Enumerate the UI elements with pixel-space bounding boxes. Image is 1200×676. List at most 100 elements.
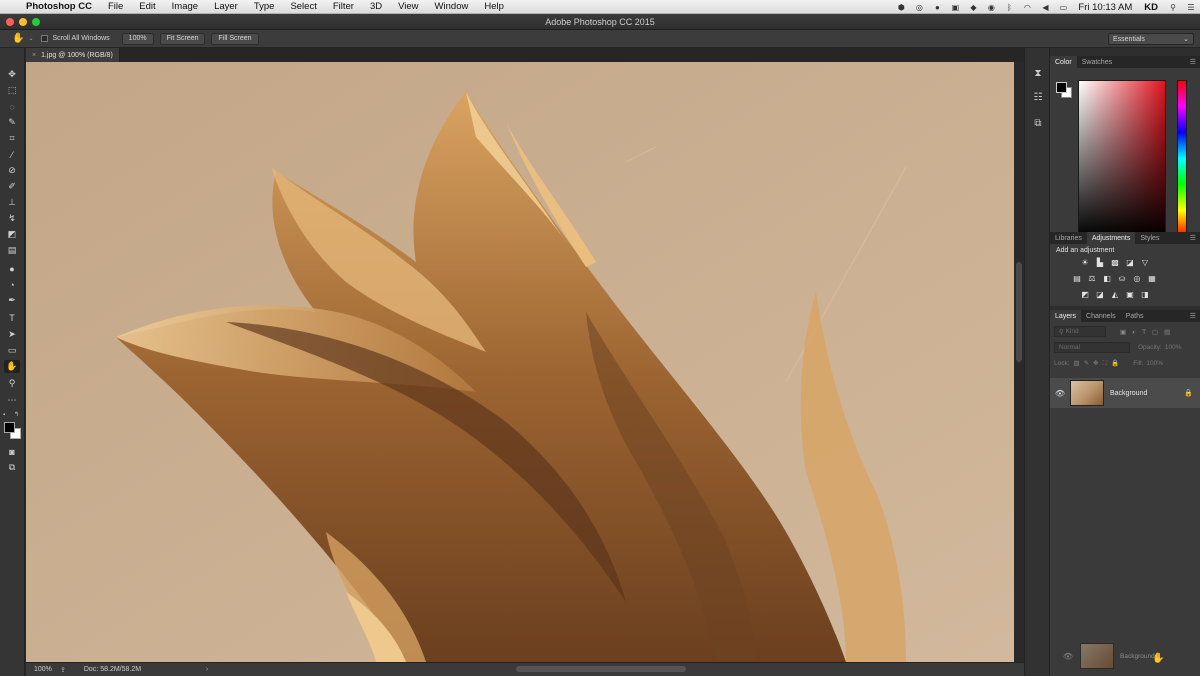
tab-layers[interactable]: Layers — [1050, 310, 1082, 322]
posterize-icon[interactable]: ◪ — [1095, 290, 1105, 299]
panel-menu-icon[interactable]: ☰ — [1190, 234, 1196, 242]
quick-selection-tool-icon[interactable]: ✎ — [4, 116, 20, 129]
brush-tool-icon[interactable]: ✐ — [4, 180, 20, 193]
status-zoom[interactable]: 100% — [26, 666, 60, 673]
history-panel-icon[interactable]: ⧗ — [1031, 66, 1045, 80]
threshold-icon[interactable]: ◭ — [1110, 290, 1120, 299]
wifi-icon[interactable]: ◠ — [1021, 2, 1033, 12]
menu-edit[interactable]: Edit — [131, 1, 163, 12]
opacity-value[interactable]: 100% — [1165, 344, 1182, 351]
lasso-tool-icon[interactable]: ◌ — [4, 100, 20, 113]
tab-adjustments[interactable]: Adjustments — [1086, 232, 1136, 244]
workspace-switcher[interactable]: Essentials ⌄ — [1108, 33, 1194, 45]
sync-icon[interactable]: ◉ — [985, 2, 997, 12]
fill-value[interactable]: 100% — [1146, 360, 1163, 367]
hand-tool-icon[interactable]: ✋ — [4, 360, 20, 373]
healing-brush-tool-icon[interactable]: ⊘ — [4, 164, 20, 177]
canvas-horizontal-scrollbar[interactable] — [516, 666, 686, 672]
blur-tool-icon[interactable]: ● — [4, 262, 20, 275]
menu-3d[interactable]: 3D — [362, 1, 390, 12]
brightness-contrast-icon[interactable]: ☀ — [1080, 258, 1090, 267]
menu-select[interactable]: Select — [282, 1, 324, 12]
panel-foreground-swatch[interactable] — [1056, 82, 1067, 93]
menu-app-name[interactable]: Photoshop CC — [22, 1, 100, 12]
more-tools-icon[interactable]: ⋯ — [4, 394, 20, 407]
tab-paths[interactable]: Paths — [1121, 310, 1149, 322]
close-tab-icon[interactable]: × — [32, 52, 36, 59]
channel-mixer-icon[interactable]: ◎ — [1132, 274, 1142, 283]
rectangle-tool-icon[interactable]: ▭ — [4, 344, 20, 357]
dodge-tool-icon[interactable]: ◔ — [4, 278, 20, 291]
screen-record-icon[interactable]: ● — [931, 2, 943, 12]
foreground-color-swatch[interactable] — [4, 422, 15, 433]
gradient-tool-icon[interactable]: ▤ — [4, 244, 20, 257]
hue-slider[interactable] — [1177, 80, 1187, 238]
menu-file[interactable]: File — [100, 1, 131, 12]
menu-filter[interactable]: Filter — [325, 1, 362, 12]
visibility-eye-icon[interactable]: 👁 — [1050, 389, 1070, 398]
crop-tool-icon[interactable]: ⌗ — [4, 132, 20, 145]
menu-window[interactable]: Window — [427, 1, 477, 12]
gradient-map-icon[interactable]: ◨ — [1140, 290, 1150, 299]
fill-screen-button[interactable]: Fill Screen — [211, 32, 259, 45]
tab-channels[interactable]: Channels — [1081, 310, 1121, 322]
menu-clock[interactable]: Fri 10:13 AM — [1072, 2, 1138, 13]
creative-cloud-icon[interactable]: ◎ — [913, 2, 925, 12]
color-lookup-icon[interactable]: ▦ — [1147, 274, 1157, 283]
menu-layer[interactable]: Layer — [206, 1, 246, 12]
navigator-panel-icon[interactable]: ⧉ — [1031, 116, 1045, 130]
tab-swatches[interactable]: Swatches — [1077, 56, 1117, 68]
layer-row-background[interactable]: 👁 Background 🔒 — [1050, 378, 1200, 408]
curves-icon[interactable]: ▩ — [1110, 258, 1120, 267]
selective-color-icon[interactable]: ▣ — [1125, 290, 1135, 299]
pen-tool-icon[interactable]: ✒ — [4, 294, 20, 307]
menu-type[interactable]: Type — [246, 1, 283, 12]
tool-preset-chevron-icon[interactable]: ⌄ — [28, 35, 33, 42]
color-picker-field[interactable] — [1078, 80, 1166, 238]
menu-image[interactable]: Image — [164, 1, 206, 12]
drive-icon[interactable]: ◆ — [967, 2, 979, 12]
layer-lock-icon[interactable]: 🔒 — [1184, 389, 1200, 397]
document-canvas[interactable] — [26, 62, 1014, 662]
menu-user[interactable]: KD — [1138, 2, 1164, 13]
status-doc-size[interactable]: Doc: 58.2M/58.2M — [66, 666, 166, 673]
zoom-100-button[interactable]: 100% — [121, 32, 154, 45]
type-tool-icon[interactable]: T — [4, 311, 20, 324]
menu-help[interactable]: Help — [476, 1, 512, 12]
screen-mode-icon[interactable]: ⧉ — [4, 461, 20, 474]
vibrance-icon[interactable]: ▽ — [1140, 258, 1150, 267]
default-colors-icon[interactable]: ▪ — [3, 412, 5, 418]
tab-color[interactable]: Color — [1050, 56, 1077, 68]
zoom-tool-icon[interactable]: ⚲ — [4, 377, 20, 390]
path-selection-tool-icon[interactable]: ➤ — [4, 328, 20, 341]
marquee-tool-icon[interactable]: ⬚ — [4, 84, 20, 97]
blend-mode-select[interactable]: Normal — [1054, 342, 1130, 353]
canvas-vertical-scrollbar[interactable] — [1014, 62, 1024, 662]
move-tool-icon[interactable]: ✥ — [4, 68, 20, 81]
levels-icon[interactable]: ▙ — [1095, 258, 1105, 267]
invert-icon[interactable]: ◩ — [1080, 290, 1090, 299]
menu-view[interactable]: View — [390, 1, 426, 12]
eraser-tool-icon[interactable]: ◩ — [4, 228, 20, 241]
panel-fg-bg-swatches[interactable] — [1056, 82, 1074, 100]
minimize-window-button[interactable] — [19, 18, 27, 26]
eyedropper-tool-icon[interactable]: ⁄ — [4, 148, 20, 161]
properties-panel-icon[interactable]: ☷ — [1031, 90, 1045, 104]
clone-stamp-tool-icon[interactable]: ⊥ — [4, 196, 20, 209]
layer-filter-icons[interactable]: ▣◐T▢▤ — [1120, 328, 1176, 336]
tab-styles[interactable]: Styles — [1135, 232, 1164, 244]
swap-colors-icon[interactable]: ↰ — [14, 411, 19, 418]
panel-menu-icon[interactable]: ☰ — [1190, 312, 1196, 320]
close-window-button[interactable] — [6, 18, 14, 26]
zoom-window-button[interactable] — [32, 18, 40, 26]
vertical-scroll-thumb[interactable] — [1016, 262, 1022, 362]
layer-kind-filter[interactable]: ⚲ Kind — [1054, 326, 1106, 337]
layer-name[interactable]: Background — [1110, 390, 1184, 397]
camera-icon[interactable]: ▣ — [949, 2, 961, 12]
checkbox-box[interactable] — [41, 35, 49, 42]
color-balance-icon[interactable]: ⚖ — [1087, 274, 1097, 283]
bluetooth-icon[interactable]: ᛒ — [1003, 2, 1015, 12]
history-brush-tool-icon[interactable]: ↯ — [4, 212, 20, 225]
panel-menu-icon[interactable]: ☰ — [1190, 58, 1196, 66]
battery-icon[interactable]: ▭ — [1057, 2, 1069, 12]
